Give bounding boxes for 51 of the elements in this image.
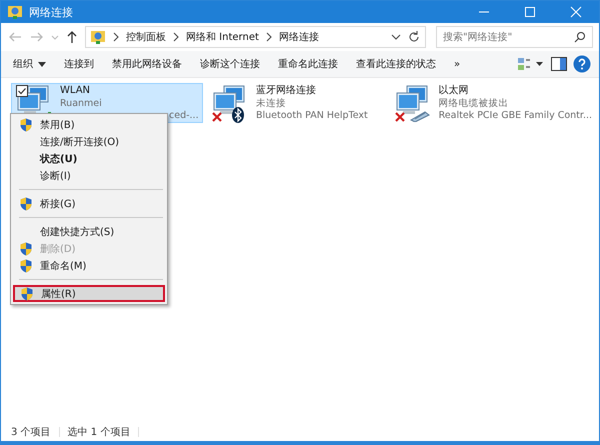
- connection-item[interactable]: 以太网 网络电缆被拔出 Realtek PCIe GBE Family Contr...: [390, 83, 597, 123]
- toolbar-button[interactable]: 诊断这个连接: [194, 54, 266, 74]
- menu-item[interactable]: 连接/断开连接(O): [13, 133, 165, 150]
- network-folder-icon: [90, 29, 106, 45]
- menu-item[interactable]: 创建快捷方式(S): [13, 223, 165, 240]
- menu-item[interactable]: 桥接(G): [13, 195, 165, 212]
- chevron-right-icon: [172, 32, 180, 42]
- window-title: 网络连接: [29, 4, 74, 20]
- connection-status: Ruanmei: [60, 98, 103, 110]
- checkbox-icon[interactable]: [16, 85, 28, 97]
- status-text: 选中 1 个项目: [68, 426, 130, 439]
- breadcrumb[interactable]: 网络连接: [278, 30, 319, 44]
- breadcrumb[interactable]: 网络和 Internet: [186, 30, 259, 44]
- status-text: 3 个项目: [11, 426, 51, 439]
- search-field[interactable]: 搜索"网络连接": [436, 26, 593, 48]
- x-mark-icon: [212, 112, 222, 122]
- preview-pane-icon[interactable]: [551, 57, 567, 71]
- network-folder-icon: [7, 4, 23, 20]
- connection-name: 蓝牙网络连接: [256, 85, 317, 98]
- address-bar[interactable]: 控制面板 网络和 Internet 网络连接: [85, 26, 426, 48]
- toolbar-button[interactable]: 连接到: [58, 54, 100, 74]
- toolbar-button[interactable]: 查看此连接的状态: [350, 54, 442, 74]
- search-icon: [574, 31, 586, 43]
- up-arrow-icon[interactable]: [65, 29, 79, 45]
- more-button[interactable]: »: [448, 56, 466, 72]
- adapter-name: ced-...: [168, 110, 198, 122]
- bluetooth-icon: [232, 107, 244, 123]
- view-options-icon[interactable]: [517, 56, 545, 72]
- connection-status: 未连接: [256, 98, 287, 110]
- menu-item[interactable]: 属性(R): [13, 285, 165, 302]
- chevron-down-icon[interactable]: [391, 32, 401, 42]
- menu-item[interactable]: 诊断(I): [13, 167, 165, 184]
- breadcrumb[interactable]: 控制面板: [126, 30, 166, 44]
- menu-item[interactable]: 重命名(M): [13, 257, 165, 274]
- connection-status: 网络电缆被拔出: [438, 98, 510, 110]
- toolbar-button[interactable]: 禁用此网络设备: [106, 54, 188, 74]
- toolbar-button[interactable]: 重命名此连接: [272, 54, 344, 74]
- connection-name: WLAN: [60, 85, 92, 98]
- caret-icon: [38, 62, 46, 66]
- help-icon[interactable]: [573, 55, 591, 73]
- chevron-right-icon: [264, 32, 273, 42]
- menu-item[interactable]: 状态(U): [13, 150, 165, 167]
- chevron-right-icon: [112, 32, 120, 42]
- adapter-name: Bluetooth PAN HelpText: [256, 110, 368, 122]
- cable-plug-icon: [408, 110, 431, 122]
- connection-item[interactable]: 蓝牙网络连接 未连接 Bluetooth PAN HelpText: [207, 83, 386, 123]
- toolbar-button[interactable]: 组织: [7, 54, 52, 74]
- connection-name: 以太网: [438, 85, 470, 98]
- adapter-name: Realtek PCIe GBE Family Contr...: [438, 110, 592, 122]
- x-mark-icon: [394, 112, 405, 122]
- refresh-icon[interactable]: [407, 30, 421, 44]
